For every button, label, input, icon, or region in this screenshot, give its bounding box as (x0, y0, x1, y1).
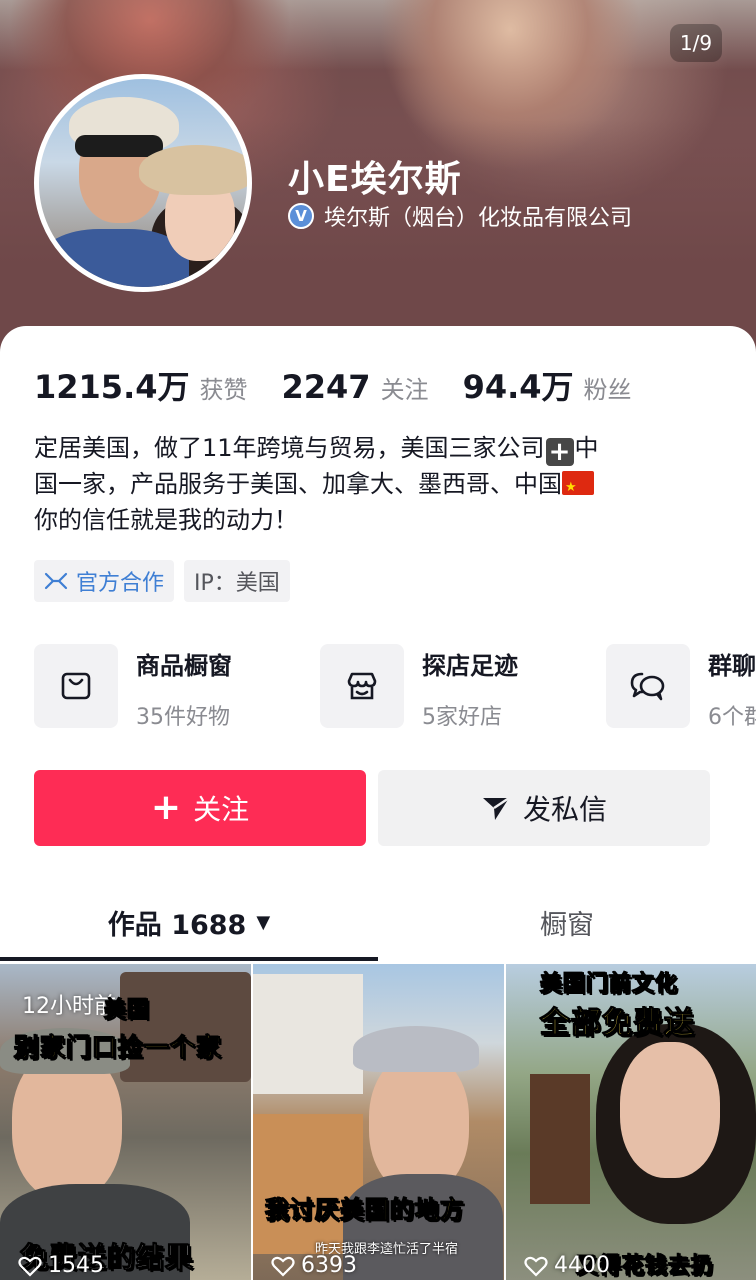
entry-title: 探店足迹 (422, 652, 518, 680)
video-overlay-text: 我讨厌美国的地方 (265, 1196, 465, 1225)
stat-value: 2247 (281, 368, 371, 406)
entry-title: 群聊 (708, 652, 756, 680)
stat-following[interactable]: 2247 关注 (282, 368, 429, 406)
cover-image-counter: 1/9 (670, 24, 722, 62)
tab-shop-window[interactable]: 橱窗 (378, 886, 756, 958)
entry-store-visits[interactable]: 探店足迹 5家好店 (320, 644, 518, 734)
like-count: 1545 (18, 1253, 104, 1278)
bio-text: 国一家，产品服务于美国、加拿大、墨西哥、中国 (34, 470, 562, 498)
entry-subtitle: 6个群 (708, 705, 756, 730)
tab-label: 橱窗 (540, 909, 594, 941)
entry-icon-box (320, 644, 404, 728)
like-count-value: 4400 (554, 1253, 610, 1278)
video-overlay-text: 全部免费送 (540, 1006, 695, 1042)
garage-shape (253, 974, 363, 1094)
video-overlay-text: 美国 (103, 998, 151, 1024)
china-flag-icon (562, 470, 594, 506)
person-face (620, 1042, 720, 1178)
send-icon (482, 797, 510, 820)
heart-icon (18, 1256, 42, 1277)
store-icon (347, 672, 377, 700)
video-thumbnail[interactable]: 我讨厌美国的地方 昨天我跟李逵忙活了半宿 6393 (253, 964, 504, 1280)
bag-icon (61, 672, 91, 700)
stat-label: 关注 (380, 376, 429, 404)
post-time: 12小时前 (22, 994, 116, 1019)
stat-value: 94.4万 (462, 368, 574, 406)
house-shape (120, 972, 251, 1082)
tab-works[interactable]: 作品 1688 ▼ (0, 886, 378, 958)
profile-tags: 官方合作 IP：美国 (34, 560, 290, 602)
official-cooperation-tag[interactable]: 官方合作 (34, 560, 175, 602)
person-face (369, 1054, 469, 1194)
stat-likes[interactable]: 1215.4万 获赞 (34, 362, 248, 408)
stat-label: 粉丝 (583, 376, 632, 404)
entry-subtitle: 35件好物 (136, 705, 230, 730)
follow-label: 关注 (193, 793, 250, 826)
heart-icon (524, 1256, 548, 1277)
like-count: 4400 (524, 1253, 610, 1278)
plus-icon: + (150, 787, 182, 828)
feature-entries: 商品橱窗 35件好物 探店足迹 5家好店 群聊 6个群 (34, 644, 756, 734)
entry-icon-box (606, 644, 690, 728)
entry-title: 商品橱窗 (136, 652, 232, 680)
person-cap (353, 1026, 479, 1072)
chat-icon (630, 672, 665, 701)
entry-subtitle: 5家好店 (422, 705, 502, 730)
stats-row: 1215.4万 获赞 2247 关注 94.4万 粉丝 (34, 362, 666, 408)
ip-location-tag: IP：美国 (184, 560, 290, 602)
entry-shop-window[interactable]: 商品橱窗 35件好物 (34, 644, 232, 734)
like-count-value: 6393 (301, 1253, 357, 1278)
entry-group-chat[interactable]: 群聊 6个群 (606, 644, 756, 734)
video-thumbnail[interactable]: 12小时前 美国 别家门口捡一个家 免费送的结果 1545 (0, 964, 251, 1280)
video-overlay-text: 美国门前文化 (539, 972, 679, 998)
video-grid: 12小时前 美国 别家门口捡一个家 免费送的结果 1545 我讨厌美国的地方 昨… (0, 964, 756, 1280)
content-tabs: 作品 1688 ▼ 橱窗 (0, 886, 756, 964)
plus-emoji-icon: + (545, 438, 574, 466)
follow-button[interactable]: + 关注 (34, 770, 366, 846)
like-count: 6393 (271, 1253, 357, 1278)
video-thumbnail[interactable]: 美国门前文化 全部免费送 又得花钱去扔 4400 (506, 964, 756, 1280)
like-count-value: 1545 (48, 1253, 104, 1278)
avatar-hat-woman (139, 145, 247, 195)
tag-label: 官方合作 (76, 571, 165, 596)
video-overlay-text: 别家门口捡一个家 (13, 1033, 223, 1063)
heart-icon (271, 1256, 295, 1277)
tag-label: IP：美国 (194, 571, 280, 596)
verified-badge-icon: V (288, 203, 314, 229)
stat-label: 获赞 (199, 376, 248, 404)
tab-label: 作品 1688 (107, 909, 247, 941)
message-button[interactable]: 发私信 (378, 770, 710, 846)
caret-down-icon: ▼ (256, 911, 271, 933)
avatar-shirt (39, 229, 189, 287)
verification-row[interactable]: V 埃尔斯（烟台）化妆品有限公司 (288, 200, 632, 232)
profile-avatar[interactable] (34, 74, 252, 292)
entry-icon-box (34, 644, 118, 728)
cabinet-shape (530, 1074, 590, 1204)
profile-bio: 定居美国，做了11年跨境与贸易，美国三家公司 + 中 国一家，产品服务于美国、加拿大… (34, 430, 724, 538)
active-tab-indicator (0, 957, 378, 961)
stat-followers[interactable]: 94.4万 粉丝 (463, 362, 632, 408)
verified-company: 埃尔斯（烟台）化妆品有限公司 (324, 206, 633, 231)
avatar-sunglasses (75, 135, 163, 157)
profile-name: 小E埃尔斯 (288, 159, 462, 200)
bio-text: 定居美国，做了11年跨境与贸易，美国三家公司 (34, 434, 545, 462)
bio-text: 你的信任就是我的动力！ (34, 506, 298, 534)
handshake-icon (44, 572, 68, 590)
message-label: 发私信 (522, 793, 607, 826)
stat-value: 1215.4万 (34, 368, 190, 406)
bio-text: 中 (574, 434, 599, 462)
profile-card: 1215.4万 获赞 2247 关注 94.4万 粉丝 定居美国，做了11年跨境… (0, 326, 756, 1280)
